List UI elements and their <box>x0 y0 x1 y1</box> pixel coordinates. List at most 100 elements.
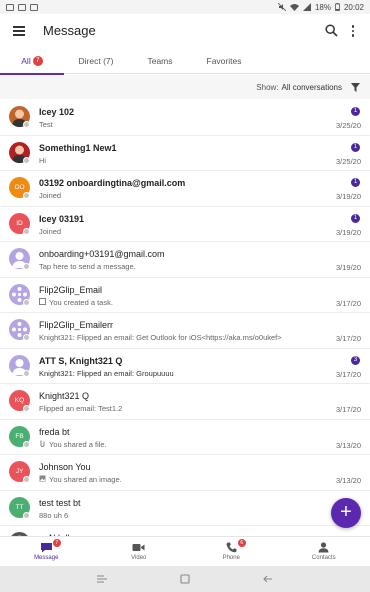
unread-badge: 1 <box>351 142 360 152</box>
preview-text: Test <box>39 120 53 129</box>
conversation-date: 3/17/20 <box>335 405 361 414</box>
status-icons-right: 18% 20:02 <box>277 2 364 12</box>
preview-text: 88o uh 6 <box>39 510 69 520</box>
conversation-date: 3/13/20 <box>335 440 361 450</box>
conversation-date: 3/17/20 <box>335 369 361 379</box>
avatar-initials-text: TT <box>15 503 24 511</box>
system-navigation-bar <box>0 566 370 592</box>
presence-indicator <box>23 263 30 270</box>
conversation-row[interactable]: OO 03192 onboardingtina@gmail.com Joined 1 3… <box>0 171 370 207</box>
presence-indicator <box>23 192 30 199</box>
conversation-preview: Hi <box>39 156 46 165</box>
avatar-initials-text: ID <box>16 219 23 227</box>
search-icon[interactable] <box>325 24 338 37</box>
mute-icon <box>277 3 286 11</box>
conversation-row[interactable]: JY Johnson You You shared an image. 3/13/20 <box>0 455 370 491</box>
conversation-date: 3/25/20 <box>335 121 361 130</box>
preview-text: You created a task. <box>49 297 113 307</box>
nav-badge: 6 <box>237 539 246 547</box>
conversation-row[interactable]: ... N.b.ll <box>0 526 370 536</box>
presence-indicator <box>23 227 30 235</box>
tab-label: Teams <box>147 56 173 66</box>
file-icon <box>39 440 46 449</box>
new-conversation-button[interactable]: + <box>331 498 361 528</box>
tab-direct[interactable]: Direct (7) <box>64 48 128 74</box>
preview-text: You shared a file. <box>49 439 107 449</box>
presence-indicator <box>23 156 30 164</box>
tab-favorites[interactable]: Favorites <box>192 48 256 74</box>
recent-apps-icon[interactable] <box>95 574 109 584</box>
nav-badge: 7 <box>52 539 61 547</box>
conversation-row[interactable]: Flip2Glip_Email You created a task. 3/17/2… <box>0 278 370 313</box>
conversation-preview: Tap here to send a message. <box>39 262 136 271</box>
conversation-date: 3/19/20 <box>335 227 361 237</box>
conversation-name: freda bt <box>39 426 70 437</box>
conversation-name: onboarding+03191@gmail.com <box>39 249 165 259</box>
conversation-list: Icey 102 Test 1 3/25/20 Something1 New1 Hi 1 3/… <box>0 100 370 536</box>
conversation-row[interactable]: onboarding+03191@gmail.com Tap here to se… <box>0 242 370 278</box>
back-icon[interactable] <box>261 574 275 584</box>
conversation-date: 3/25/20 <box>335 156 361 166</box>
nav-message[interactable]: 7 Message <box>0 537 93 566</box>
calendar-notification-icon <box>30 3 38 11</box>
conversation-preview: Flipped an email: Test1.2 <box>39 404 122 413</box>
conversation-name: Icey 03191 <box>39 213 85 224</box>
conversation-preview: You created a task. <box>39 298 113 307</box>
nav-video[interactable]: Video <box>93 537 186 566</box>
hamburger-menu-icon[interactable] <box>13 26 25 36</box>
nav-phone[interactable]: 6 Phone <box>185 537 278 566</box>
conversation-preview: Knight321: Flipped an email: Get Outlook… <box>39 333 282 342</box>
tab-teams[interactable]: Teams <box>128 48 192 74</box>
presence-indicator <box>23 369 30 377</box>
nav-label: Phone <box>222 555 240 561</box>
image-notification-icon <box>18 3 26 11</box>
conversation-row[interactable]: Something1 New1 Hi 1 3/25/20 <box>0 136 370 171</box>
message-icon <box>40 543 52 553</box>
tab-label: All <box>21 56 31 66</box>
conversation-name: Flip2Glip_Email <box>39 284 103 295</box>
avatar-initials-text: JY <box>15 468 24 475</box>
battery-percent: 18% <box>314 2 331 12</box>
conversation-row[interactable]: Flip2Glip_Emailerr Knight321: Flipped an … <box>0 313 370 349</box>
conversation-date: 3/19/20 <box>335 263 361 272</box>
conversation-name: ATT S, Knight321 Q <box>39 355 123 366</box>
tab-label: Direct (7) <box>78 56 114 66</box>
conversation-preview: Test <box>39 120 53 129</box>
conversation-preview: 88o uh 6 <box>39 511 68 520</box>
wifi-icon <box>289 4 299 11</box>
conversation-tabs: All 7 Direct (7) Teams Favorites <box>0 48 370 75</box>
contacts-icon <box>318 542 329 553</box>
conversation-name: Something1 New1 <box>39 142 117 153</box>
avatar-initials-text: KQ <box>14 397 25 404</box>
filter-show-label: Show: <box>256 82 279 92</box>
preview-text: Joined <box>39 226 62 236</box>
conversation-date: 3/17/20 <box>335 334 361 343</box>
conversation-row[interactable]: ATT S, Knight321 Q Knight321: Flipped an … <box>0 349 370 384</box>
conversation-name: 03192 onboardingtina@gmail.com <box>39 178 186 188</box>
conversation-preview: Knight321: Flipped an email: Groupuuuu <box>39 369 174 378</box>
conversation-date: 3/19/20 <box>335 192 361 201</box>
unread-badge: 1 <box>351 107 360 116</box>
conversation-row[interactable]: ID Icey 03191 Joined 1 3/19/20 <box>0 207 370 242</box>
signal-icon <box>302 3 311 11</box>
tab-all[interactable]: All 7 <box>0 48 64 75</box>
home-icon[interactable] <box>178 574 192 584</box>
conversation-name: test test bt <box>39 497 81 508</box>
conversation-preview: Joined <box>39 227 61 236</box>
filter-icon[interactable] <box>351 82 360 92</box>
task-checkbox-icon <box>39 297 46 307</box>
clock: 20:02 <box>343 2 364 12</box>
conversation-row[interactable]: Icey 102 Test 1 3/25/20 <box>0 100 370 136</box>
filter-dropdown[interactable]: All conversations <box>282 83 342 92</box>
conversation-name: Icey 102 <box>39 107 75 117</box>
conversation-row[interactable]: KQ Knight321 Q Flipped an email: Test1.2 3/… <box>0 384 370 420</box>
presence-indicator <box>23 476 30 483</box>
preview-text: Flipped an email: Test1.2 <box>39 404 123 413</box>
conversation-row[interactable]: TT test test bt 88o uh 6 <box>0 491 370 526</box>
nav-contacts[interactable]: Contacts <box>278 537 370 566</box>
preview-text: Knight321: Flipped an email: Groupuuuu <box>39 368 174 378</box>
unread-badge: 3 <box>351 355 360 365</box>
preview-text: Knight321: Flipped an email: Get Outlook… <box>39 333 282 342</box>
more-options-icon[interactable] <box>350 24 356 38</box>
conversation-row[interactable]: FB freda bt You shared a file. 3/13/20 <box>0 420 370 455</box>
